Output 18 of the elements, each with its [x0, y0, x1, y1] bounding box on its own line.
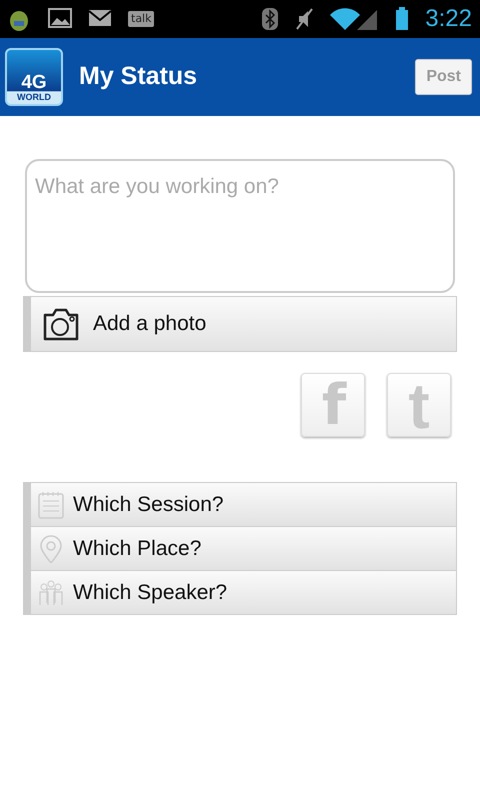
add-photo-button[interactable]: Add a photo	[23, 296, 457, 352]
logo-text: 4G	[21, 74, 47, 92]
status-field[interactable]: What are you working on?	[25, 159, 455, 293]
clock-text: 3:22	[425, 4, 472, 34]
option-button[interactable]: Which Place?	[23, 526, 457, 571]
battery-icon	[395, 7, 410, 31]
screen-title: My Status	[79, 61, 198, 92]
wifi-icon	[329, 7, 380, 31]
people-icon	[37, 578, 65, 606]
option-button[interactable]: Which Session?	[23, 482, 457, 527]
logo-text: WORLD	[17, 92, 51, 102]
camera-icon	[41, 306, 81, 342]
mute-icon	[295, 7, 314, 31]
talk-icon: talk	[128, 11, 154, 27]
notepad-icon	[37, 490, 65, 518]
bluetooth-icon	[261, 7, 280, 31]
image-icon	[48, 7, 72, 31]
option-button[interactable]: Which Speaker?	[23, 570, 457, 615]
